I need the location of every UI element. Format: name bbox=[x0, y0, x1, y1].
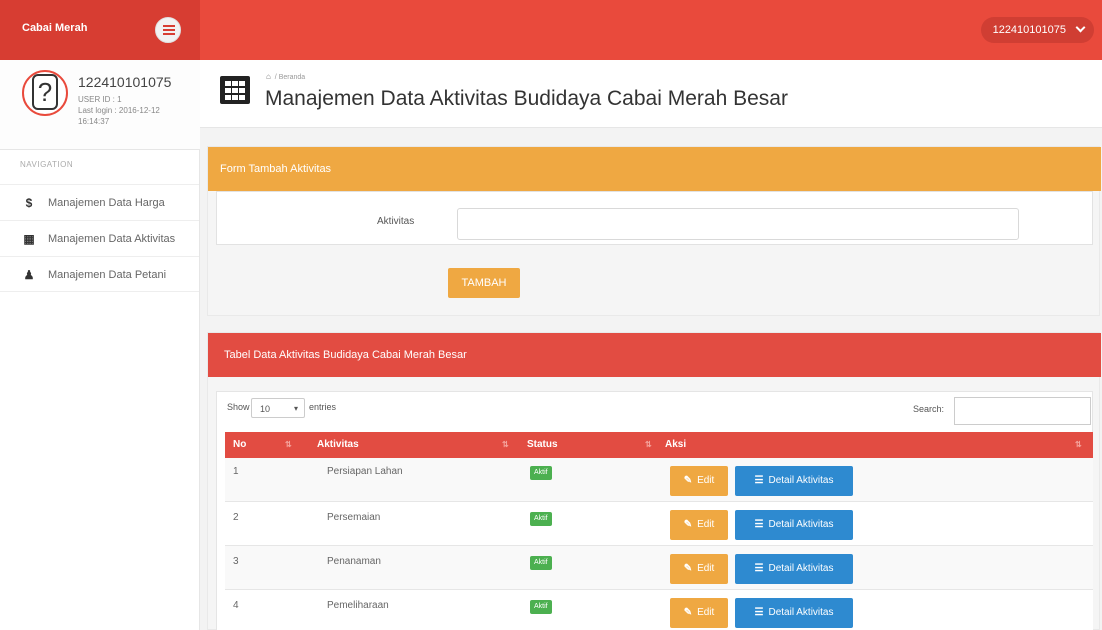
form-panel: Form Tambah Aktivitas Aktivitas TAMBAH bbox=[207, 146, 1101, 316]
detail-aktivitas-button[interactable]: ☰ Detail Aktivitas bbox=[735, 466, 853, 496]
cell-no: 4 bbox=[233, 600, 239, 611]
dollar-icon: $ bbox=[25, 196, 33, 210]
table-row: 2 Persemaian Aktif ✎ Edit ☰ Detail Aktivit… bbox=[225, 502, 1093, 546]
col-header-aktivitas[interactable]: Aktivitas ⇅ bbox=[317, 432, 527, 458]
detail-aktivitas-button[interactable]: ☰ Detail Aktivitas bbox=[735, 598, 853, 628]
table-row: 3 Penanaman Aktif ✎ Edit ☰ Detail Aktivita… bbox=[225, 546, 1093, 590]
cell-no: 1 bbox=[233, 466, 239, 477]
profile-user-id: USER ID : 1 bbox=[78, 95, 122, 104]
sort-icon: ⇅ bbox=[1075, 440, 1082, 449]
grid-icon: ▦ bbox=[23, 232, 35, 246]
form-row-aktivitas: Aktivitas bbox=[216, 191, 1093, 245]
profile-last-login: Last login : 2016-12-12 16:14:37 bbox=[78, 106, 160, 126]
table-row: 4 Pemeliharaan Aktif ✎ Edit ☰ Detail Aktiv… bbox=[225, 590, 1093, 630]
table-panel-header: Tabel Data Aktivitas Budidaya Cabai Mera… bbox=[208, 333, 1101, 377]
profile-meta: USER ID : 1 Last login : 2016-12-12 16:1… bbox=[78, 94, 188, 127]
entries-label: entries bbox=[309, 402, 337, 412]
detail-aktivitas-button[interactable]: ☰ Detail Aktivitas bbox=[735, 554, 853, 584]
form-panel-header: Form Tambah Aktivitas bbox=[208, 147, 1101, 191]
form-panel-title: Form Tambah Aktivitas bbox=[220, 163, 332, 175]
sidebar-item-aktivitas[interactable]: ▦ Manajemen Data Aktivitas bbox=[0, 220, 199, 256]
sidebar-item-label: Manajemen Data Petani bbox=[48, 269, 167, 281]
sidebar-item-label: Manajemen Data Harga bbox=[48, 197, 165, 209]
home-icon[interactable]: ⌂ bbox=[266, 72, 271, 81]
edit-button[interactable]: ✎ Edit bbox=[670, 598, 728, 628]
entries-value: 10 bbox=[260, 404, 271, 414]
chevron-down-icon bbox=[1075, 22, 1086, 33]
user-icon: ♟ bbox=[23, 268, 35, 282]
edit-icon: ✎ bbox=[683, 519, 693, 530]
navbar: 122410101075 bbox=[200, 0, 1102, 60]
cell-aktivitas: Persiapan Lahan bbox=[327, 466, 403, 477]
table-panel-title: Tabel Data Aktivitas Budidaya Cabai Mera… bbox=[224, 349, 467, 361]
breadcrumb: ⌂ / Beranda bbox=[266, 72, 306, 81]
datatable: Show 10 ▾ entries Search: No ⇅ Aktivitas… bbox=[216, 391, 1093, 630]
sidebar-item-label: Manajemen Data Aktivitas bbox=[48, 233, 176, 245]
status-badge: Aktif bbox=[530, 600, 552, 614]
menu-toggle-button[interactable] bbox=[155, 17, 181, 43]
sort-icon: ⇅ bbox=[645, 440, 652, 449]
edit-button[interactable]: ✎ Edit bbox=[670, 510, 728, 540]
entries-select[interactable]: 10 ▾ bbox=[251, 398, 305, 418]
profile-name: 122410101075 bbox=[78, 74, 172, 90]
search-label: Search: bbox=[913, 404, 945, 414]
apps-grid-icon bbox=[220, 76, 250, 104]
cell-no: 2 bbox=[233, 512, 239, 523]
cell-aktivitas: Pemeliharaan bbox=[327, 600, 389, 611]
edit-icon: ✎ bbox=[683, 607, 693, 618]
sort-icon: ⇅ bbox=[502, 440, 509, 449]
caret-down-icon: ▾ bbox=[293, 404, 298, 413]
sidebar: ? 122410101075 USER ID : 1 Last login : … bbox=[0, 60, 200, 630]
col-header-status[interactable]: Status ⇅ bbox=[527, 432, 665, 458]
list-icon: ☰ bbox=[754, 607, 764, 618]
user-menu-button[interactable]: 122410101075 bbox=[980, 17, 1094, 43]
cell-aktivitas: Penanaman bbox=[327, 556, 381, 567]
cell-aktivitas: Persemaian bbox=[327, 512, 381, 523]
list-icon: ☰ bbox=[754, 563, 764, 574]
status-badge: Aktif bbox=[530, 466, 552, 480]
edit-button[interactable]: ✎ Edit bbox=[670, 466, 728, 496]
avatar: ? bbox=[22, 70, 68, 116]
aktivitas-label: Aktivitas bbox=[377, 216, 415, 227]
brand-area: Cabai Merah bbox=[0, 0, 200, 60]
profile-card: ? 122410101075 USER ID : 1 Last login : … bbox=[0, 60, 200, 150]
user-menu-label: 122410101075 bbox=[992, 24, 1066, 36]
aktivitas-input[interactable] bbox=[457, 208, 1019, 240]
edit-icon: ✎ bbox=[683, 563, 693, 574]
hamburger-icon bbox=[163, 25, 175, 27]
top-bar: Cabai Merah 122410101075 bbox=[0, 0, 1102, 60]
show-label: Show bbox=[227, 402, 250, 412]
col-header-aksi[interactable]: Aksi ⇅ bbox=[665, 432, 1093, 458]
brand-title[interactable]: Cabai Merah bbox=[22, 22, 87, 34]
page-header: ⌂ / Beranda Manajemen Data Aktivitas Bud… bbox=[200, 60, 1102, 128]
table-row: 1 Persiapan Lahan Aktif ✎ Edit ☰ Detail Ak… bbox=[225, 458, 1093, 502]
breadcrumb-home-link[interactable]: Beranda bbox=[279, 74, 305, 81]
question-mark-icon: ? bbox=[32, 74, 58, 110]
list-icon: ☰ bbox=[754, 519, 764, 530]
search-input[interactable] bbox=[954, 397, 1091, 425]
col-header-no[interactable]: No ⇅ bbox=[225, 432, 317, 458]
list-icon: ☰ bbox=[754, 475, 764, 486]
status-badge: Aktif bbox=[530, 512, 552, 526]
table-panel: Tabel Data Aktivitas Budidaya Cabai Mera… bbox=[207, 332, 1101, 630]
detail-aktivitas-button[interactable]: ☰ Detail Aktivitas bbox=[735, 510, 853, 540]
sidebar-item-harga[interactable]: $ Manajemen Data Harga bbox=[0, 184, 199, 220]
edit-icon: ✎ bbox=[683, 475, 693, 486]
status-badge: Aktif bbox=[530, 556, 552, 570]
nav-heading: NAVIGATION bbox=[20, 160, 74, 169]
sidebar-item-petani[interactable]: ♟ Manajemen Data Petani bbox=[0, 256, 199, 292]
tambah-button[interactable]: TAMBAH bbox=[448, 268, 520, 298]
sort-icon: ⇅ bbox=[285, 440, 292, 449]
page-title: Manajemen Data Aktivitas Budidaya Cabai … bbox=[265, 87, 788, 110]
cell-no: 3 bbox=[233, 556, 239, 567]
edit-button[interactable]: ✎ Edit bbox=[670, 554, 728, 584]
